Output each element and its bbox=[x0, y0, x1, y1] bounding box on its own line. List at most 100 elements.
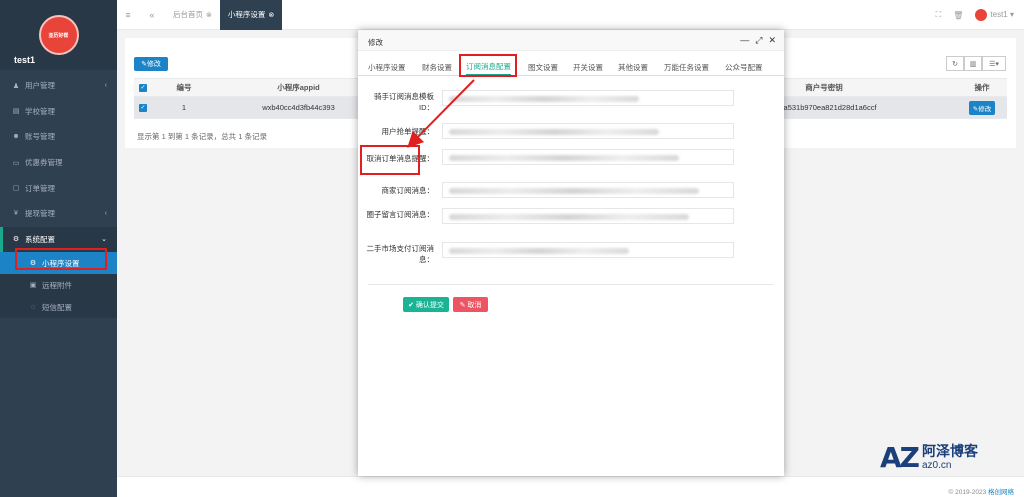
row-select-cell: ✓ bbox=[134, 97, 152, 118]
tab-finance-settings[interactable]: 财务设置 bbox=[422, 58, 452, 76]
chat-icon: ◌ bbox=[30, 303, 36, 311]
close-icon[interactable]: ⊗ bbox=[206, 11, 212, 19]
maximize-icon[interactable]: ⤢ bbox=[755, 35, 762, 46]
field-label: 用户抢单提醒： bbox=[381, 127, 435, 136]
cell-op: ✎修改 bbox=[957, 97, 1007, 118]
school-icon: ▤ bbox=[12, 108, 20, 116]
refresh-icon[interactable]: ↻ bbox=[946, 56, 964, 71]
user-menu[interactable]: test1 ▾ bbox=[975, 9, 1014, 21]
fullscreen-icon[interactable]: ⛶ bbox=[936, 10, 942, 20]
logo-text: 亚历好帮 bbox=[48, 32, 69, 39]
tab-article-settings[interactable]: 图文设置 bbox=[528, 58, 558, 76]
sidebar-item-withdraw[interactable]: ¥ 提现管理 ‹ bbox=[0, 201, 117, 227]
footer-brand-link[interactable]: 格创网络 bbox=[988, 489, 1014, 496]
grab-order-reminder-input[interactable] bbox=[442, 123, 734, 139]
close-icon[interactable]: ⊗ bbox=[268, 11, 274, 19]
tab-label: 小程序设置 bbox=[227, 10, 266, 19]
app-logo: 亚历好帮 bbox=[38, 15, 79, 55]
edit-modal: 修改 — ⤢ ✕ 小程序设置 财务设置 订阅消息配置 图文设置 开关设置 其他设… bbox=[358, 30, 784, 476]
minimize-icon[interactable]: — bbox=[740, 35, 749, 46]
modal-title: 修改 bbox=[368, 38, 383, 47]
cancel-order-reminder-input[interactable] bbox=[442, 149, 734, 165]
modal-tabs: 小程序设置 财务设置 订阅消息配置 图文设置 开关设置 其他设置 万能任务设置 … bbox=[358, 58, 784, 76]
sidebar-item-accounts[interactable]: ☻ 账号管理 bbox=[0, 124, 117, 150]
chevron-down-icon: ⌄ bbox=[101, 236, 107, 244]
sidebar-item-label: 提现管理 bbox=[25, 209, 55, 219]
watermark-url: az0.cn bbox=[921, 459, 952, 471]
watermark: AZ 阿泽博客 az0.cn bbox=[880, 441, 978, 474]
sidebar-item-label: 用户管理 bbox=[25, 81, 55, 91]
modal-header: 修改 — ⤢ ✕ bbox=[358, 30, 784, 51]
merchant-message-input[interactable] bbox=[442, 182, 734, 198]
sidebar-item-label: 远程附件 bbox=[42, 280, 72, 290]
topbar-right: ⛶ 🗑 test1 ▾ bbox=[936, 0, 1014, 30]
gear-icon: ⚙ bbox=[12, 236, 20, 244]
row-checkbox[interactable]: ✓ bbox=[139, 103, 147, 112]
sidebar-item-label: 学校管理 bbox=[25, 106, 55, 116]
highlight-box-tab bbox=[459, 54, 517, 77]
sidebar-item-users[interactable]: ♟ 用户管理 ‹ bbox=[0, 73, 117, 99]
sidebar-item-orders[interactable]: ▢ 订单管理 bbox=[0, 175, 117, 201]
chevron-left-icon: ‹ bbox=[104, 82, 107, 90]
modal-controls: — ⤢ ✕ bbox=[740, 35, 776, 46]
yen-icon: ¥ bbox=[14, 210, 18, 218]
avatar bbox=[975, 9, 988, 21]
columns-icon[interactable]: ▥ bbox=[964, 56, 982, 71]
circle-comment-message-input[interactable] bbox=[442, 208, 734, 224]
tab-official-account-config[interactable]: 公众号配置 bbox=[725, 58, 763, 76]
select-all-checkbox[interactable]: ✓ bbox=[139, 83, 147, 92]
sidebar-item-label: 系统配置 bbox=[25, 234, 55, 244]
tab-universal-task-settings[interactable]: 万能任务设置 bbox=[664, 58, 709, 76]
menu-toggle-icon[interactable]: ≡ bbox=[121, 10, 135, 20]
pagination-info: 显示第 1 到第 1 条记录，总共 1 条记录 bbox=[137, 132, 268, 141]
sidebar-item-label: 账号管理 bbox=[25, 132, 55, 142]
list-icon[interactable]: ☰▾ bbox=[982, 56, 1006, 71]
sidebar-item-coupons[interactable]: ▭ 优惠券管理 bbox=[0, 150, 117, 176]
col-id-header[interactable]: 编号 bbox=[152, 79, 216, 96]
copyright: © 2019-2023 格创网络 bbox=[949, 486, 1015, 496]
chevron-left-icon: ‹ bbox=[104, 210, 107, 218]
order-icon: ▢ bbox=[12, 185, 20, 193]
form-divider bbox=[368, 284, 774, 285]
tab-dashboard[interactable]: 后台首页 ⊗ bbox=[165, 0, 220, 30]
watermark-text: 阿泽博客 az0.cn bbox=[921, 443, 978, 471]
watermark-name: 阿泽博客 bbox=[921, 443, 978, 460]
tab-label: 后台首页 bbox=[173, 10, 203, 19]
close-icon[interactable]: ✕ bbox=[768, 35, 776, 46]
cancel-button[interactable]: ✎ 取消 bbox=[453, 297, 488, 312]
user-name: test1 bbox=[990, 10, 1008, 20]
secondhand-payment-message-input[interactable] bbox=[442, 242, 734, 258]
file-icon: ▣ bbox=[29, 282, 37, 290]
user-icon: ♟ bbox=[12, 82, 20, 90]
sidebar-subitem-remote-attachment[interactable]: ▣ 远程附件 bbox=[0, 274, 117, 297]
row-edit-button[interactable]: ✎修改 bbox=[968, 100, 996, 115]
copyright-text: © 2019-2023 bbox=[948, 489, 988, 496]
tab-other-settings[interactable]: 其他设置 bbox=[618, 58, 648, 76]
sidebar-item-schools[interactable]: ▤ 学校管理 bbox=[0, 99, 117, 125]
footer: © 2019-2023 格创网络 bbox=[117, 476, 1024, 497]
rider-template-id-input[interactable] bbox=[442, 90, 734, 106]
sidebar-item-label: 优惠券管理 bbox=[25, 158, 63, 168]
tab-miniprogram-settings[interactable]: 小程序设置 ⊗ bbox=[219, 0, 283, 30]
tab-switch-settings[interactable]: 开关设置 bbox=[573, 58, 603, 76]
highlight-box-field bbox=[360, 145, 420, 175]
field-label: 圈子留言订阅消息： bbox=[366, 210, 435, 219]
trash-icon[interactable]: 🗑 bbox=[953, 11, 963, 20]
topbar: ≡ « 后台首页 ⊗ 小程序设置 ⊗ ⛶ 🗑 test1 ▾ bbox=[117, 0, 1024, 30]
col-op-header: 操作 bbox=[974, 83, 990, 92]
users-icon: ☻ bbox=[12, 133, 20, 141]
username[interactable]: test1 bbox=[14, 55, 35, 65]
highlight-box-sidebar bbox=[15, 248, 107, 270]
table-toolbar: ↻ ▥ ☰▾ bbox=[946, 56, 1006, 71]
field-label: 商家订阅消息： bbox=[381, 186, 435, 195]
edit-button[interactable]: ✎修改 bbox=[134, 57, 168, 71]
sidebar-item-label: 订单管理 bbox=[25, 183, 55, 193]
sidebar-subitem-sms-config[interactable]: ◌ 短信配置 bbox=[0, 296, 117, 319]
sidebar-item-label: 短信配置 bbox=[42, 302, 72, 312]
tab-miniprogram-config[interactable]: 小程序设置 bbox=[368, 58, 406, 76]
col-appid-header[interactable]: 小程序appid bbox=[216, 79, 381, 96]
tabs-back-icon[interactable]: « bbox=[145, 10, 159, 20]
confirm-submit-button[interactable]: ✔ 确认提交 bbox=[403, 297, 449, 312]
cell-id: 1 bbox=[181, 103, 187, 112]
cell-appid: wxb40cc4d3fb44c393 bbox=[262, 103, 335, 112]
